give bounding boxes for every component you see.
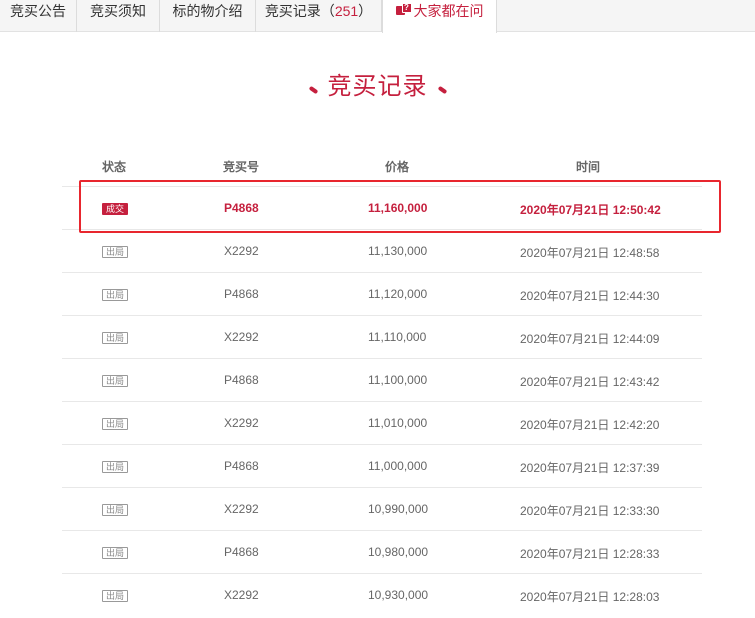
tab-auction-notice[interactable]: 竞买公告 bbox=[0, 0, 77, 32]
bidder-no: X2292 bbox=[224, 244, 259, 258]
bid-price: 11,010,000 bbox=[368, 416, 428, 430]
bid-time: 2020年07月21日 12:28:33 bbox=[520, 547, 660, 561]
bidder-no: P4868 bbox=[224, 373, 259, 387]
bid-price: 11,160,000 bbox=[368, 201, 428, 215]
table-row: 出局 P4868 11,100,000 2020年07月21日 12:43:42 bbox=[62, 358, 702, 401]
bid-time: 2020年07月21日 12:42:20 bbox=[520, 418, 660, 432]
bid-price: 10,930,000 bbox=[368, 588, 429, 602]
status-badge: 出局 bbox=[102, 461, 129, 473]
bid-price: 11,000,000 bbox=[368, 459, 428, 473]
table-row: 出局 X2292 11,110,000 2020年07月21日 12:44:09 bbox=[62, 315, 702, 358]
bid-price: 10,990,000 bbox=[368, 502, 429, 516]
tab-label: 竞买公告 bbox=[10, 3, 66, 19]
bid-price: 10,980,000 bbox=[368, 545, 429, 559]
header-status: 状态 bbox=[102, 160, 127, 174]
tab-label: 标的物介绍 bbox=[172, 3, 243, 19]
table-row: 出局 P4868 10,980,000 2020年07月21日 12:28:33 bbox=[62, 530, 702, 573]
status-badge: 成交 bbox=[102, 203, 129, 215]
qa-icon: ? bbox=[395, 3, 412, 17]
header-time: 时间 bbox=[576, 160, 601, 174]
bidder-no: P4868 bbox=[224, 201, 259, 215]
status-badge: 出局 bbox=[102, 418, 129, 430]
bid-time: 2020年07月21日 12:37:39 bbox=[520, 461, 660, 475]
bidder-no: X2292 bbox=[224, 588, 259, 602]
tab-bid-records[interactable]: 竞买记录（251） bbox=[256, 0, 382, 32]
status-badge: 出局 bbox=[102, 332, 129, 344]
tab-label: 大家都在问 bbox=[413, 3, 484, 19]
table-row: 出局 X2292 10,990,000 2020年07月21日 12:33:30 bbox=[62, 487, 702, 530]
status-badge: 出局 bbox=[102, 375, 129, 387]
header-bidder-no: 竞买号 bbox=[223, 160, 260, 174]
tab-auction-rules[interactable]: 竞买须知 bbox=[77, 0, 160, 32]
tab-label: 竞买记录（ bbox=[264, 3, 335, 19]
section-heading: 竞买记录 bbox=[0, 68, 755, 104]
tab-label: 竞买须知 bbox=[90, 3, 146, 19]
bid-price: 11,130,000 bbox=[368, 244, 428, 258]
bid-time: 2020年07月21日 12:43:42 bbox=[520, 375, 660, 389]
header-price: 价格 bbox=[385, 160, 410, 174]
status-badge: 出局 bbox=[102, 289, 129, 301]
status-badge: 出局 bbox=[102, 590, 129, 602]
status-badge: 出局 bbox=[102, 504, 129, 516]
bid-time: 2020年07月21日 12:28:03 bbox=[520, 590, 660, 604]
bidder-no: X2292 bbox=[224, 330, 259, 344]
tab-bar: 竞买公告 竞买须知 标的物介绍 竞买记录（251） ? 大家都在问 bbox=[0, 0, 755, 33]
bid-price: 11,120,000 bbox=[368, 287, 428, 301]
bid-time: 2020年07月21日 12:44:09 bbox=[520, 332, 660, 346]
bid-time: 2020年07月21日 12:50:42 bbox=[520, 203, 661, 217]
bidder-no: P4868 bbox=[224, 459, 259, 473]
bidder-no: P4868 bbox=[224, 545, 259, 559]
status-badge: 出局 bbox=[102, 547, 129, 559]
bid-time: 2020年07月21日 12:44:30 bbox=[520, 289, 660, 303]
table-row: 出局 P4868 11,000,000 2020年07月21日 12:37:39 bbox=[62, 444, 702, 487]
bidder-no: X2292 bbox=[224, 502, 259, 516]
table-row: 出局 X2292 11,130,000 2020年07月21日 12:48:58 bbox=[62, 229, 702, 272]
heading-dot-left bbox=[308, 85, 318, 94]
section-title: 竞买记录 bbox=[327, 72, 428, 100]
table-row: 出局 X2292 10,930,000 2020年07月21日 12:28:03 bbox=[62, 573, 702, 616]
bid-price: 11,110,000 bbox=[368, 330, 427, 344]
heading-dot-right bbox=[437, 85, 447, 94]
tab-label-suffix: ） bbox=[358, 3, 373, 19]
table-row: 出局 P4868 11,120,000 2020年07月21日 12:44:30 bbox=[62, 272, 702, 315]
tab-faq[interactable]: ? 大家都在问 bbox=[382, 0, 497, 33]
bid-time: 2020年07月21日 12:33:30 bbox=[520, 504, 660, 518]
bid-count: 251 bbox=[334, 3, 359, 19]
bid-price: 11,100,000 bbox=[368, 373, 428, 387]
bidder-no: P4868 bbox=[224, 287, 259, 301]
table-header: 状态 竞买号 价格 时间 bbox=[62, 146, 702, 186]
table-row: 出局 X2292 11,010,000 2020年07月21日 12:42:20 bbox=[62, 401, 702, 444]
table-row: 成交 P4868 11,160,000 2020年07月21日 12:50:42 bbox=[62, 186, 702, 229]
bidder-no: X2292 bbox=[224, 416, 259, 430]
bid-time: 2020年07月21日 12:48:58 bbox=[520, 246, 660, 260]
status-badge: 出局 bbox=[102, 246, 129, 258]
tab-item-intro[interactable]: 标的物介绍 bbox=[160, 0, 256, 32]
bid-records-table: 状态 竞买号 价格 时间 成交 P4868 11,160,000 2020年07… bbox=[62, 146, 702, 616]
